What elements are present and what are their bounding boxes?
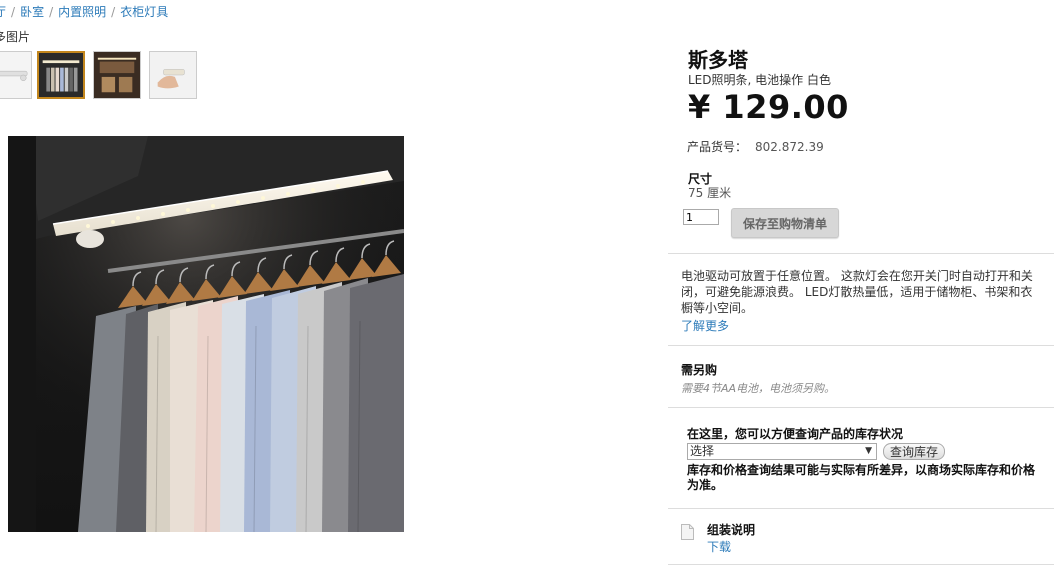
assembly-instructions-title: 组装说明 bbox=[707, 523, 756, 537]
required-items-note: 需要4节AA电池，电池须另购。 bbox=[681, 382, 836, 395]
article-number: 802.872.39 bbox=[755, 140, 824, 154]
article-number-row: 产品货号： 802.872.39 bbox=[687, 138, 824, 155]
product-details: 电池驱动可放置于任意位置。 这款灯会在您开关门时自动打开和关 闭，可避免能源浪费… bbox=[681, 268, 1054, 316]
stock-check-title: 在这里，您可以方便查询产品的库存状况 bbox=[687, 427, 904, 441]
stock-disclaimer-line: 为准。 bbox=[687, 478, 724, 492]
breadcrumb-item-bedroom[interactable]: 卧室 bbox=[20, 5, 44, 19]
divider bbox=[668, 407, 1054, 408]
breadcrumb-item-living[interactable]: 厅 bbox=[0, 5, 6, 19]
stock-disclaimer: 库存和价格查询结果可能与实际有所差异，以商场实际库存和价格 为准。 bbox=[687, 463, 1054, 493]
divider bbox=[668, 564, 1054, 565]
learn-more-link[interactable]: 了解更多 bbox=[681, 317, 729, 334]
product-name: 斯多塔 bbox=[688, 48, 748, 72]
store-select-value: 选择 bbox=[690, 444, 715, 458]
required-items-title: 需另购 bbox=[681, 363, 718, 377]
thumbnail-light-strip[interactable] bbox=[0, 51, 32, 99]
more-images-label: 多图片 bbox=[0, 30, 31, 44]
breadcrumb: 厅 / 卧室 / 内置照明 / 衣柜灯具 bbox=[0, 3, 168, 20]
breadcrumb-item-wardrobe-lighting[interactable]: 衣柜灯具 bbox=[120, 5, 168, 19]
thumbnail-wardrobe-lit[interactable] bbox=[37, 51, 85, 99]
main-product-image bbox=[8, 136, 404, 532]
divider bbox=[668, 253, 1054, 254]
dropdown-arrow-icon: ▼ bbox=[865, 446, 872, 456]
save-to-shopping-list-button[interactable]: 保存至购物清单 bbox=[731, 208, 839, 238]
breadcrumb-item-built-in-lighting[interactable]: 内置照明 bbox=[58, 5, 106, 19]
hand-mounting-image bbox=[150, 52, 196, 98]
details-line: 闭，可避免能源浪费。 LED灯散热量低，适用于储物柜、书架和衣 bbox=[681, 285, 1033, 299]
divider bbox=[668, 508, 1054, 509]
wardrobe-lit-image bbox=[39, 53, 83, 97]
check-stock-button[interactable]: 查询库存 bbox=[883, 443, 945, 460]
breadcrumb-separator: / bbox=[111, 5, 116, 19]
stock-disclaimer-line: 库存和价格查询结果可能与实际有所差异，以商场实际库存和价格 bbox=[687, 463, 1036, 477]
light-strip-image bbox=[0, 52, 31, 98]
divider bbox=[668, 345, 1054, 346]
thumbnail-hand-mounting[interactable] bbox=[149, 51, 197, 99]
breadcrumb-separator: / bbox=[49, 5, 54, 19]
breadcrumb-separator: / bbox=[11, 5, 16, 19]
product-price: ¥ 129.00 bbox=[688, 88, 849, 126]
details-line: 橱等小空间。 bbox=[681, 301, 754, 315]
article-number-label: 产品货号： bbox=[687, 140, 748, 154]
store-select[interactable]: 选择 ▼ bbox=[687, 443, 877, 460]
thumbnail-cabinet-lit[interactable] bbox=[93, 51, 141, 99]
download-link[interactable]: 下载 bbox=[707, 538, 731, 555]
cabinet-lit-image bbox=[94, 52, 140, 98]
quantity-input[interactable] bbox=[683, 209, 719, 225]
size-value: 75 厘米 bbox=[688, 186, 732, 200]
details-line: 电池驱动可放置于任意位置。 这款灯会在您开关门时自动打开和关 bbox=[681, 269, 1033, 283]
document-icon bbox=[681, 524, 694, 540]
product-description: LED照明条, 电池操作 白色 bbox=[688, 73, 831, 87]
